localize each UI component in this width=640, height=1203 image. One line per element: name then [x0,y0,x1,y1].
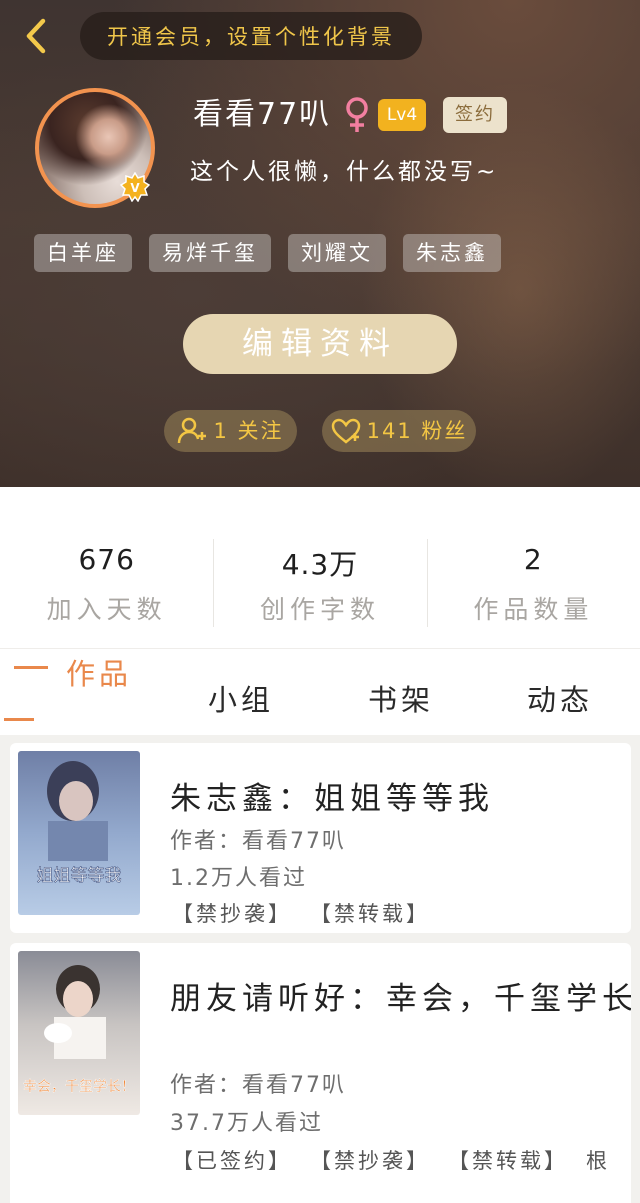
tab-groups[interactable]: 小组 [208,677,274,719]
work-tag: 【禁转载】 [310,902,430,926]
profile-tag[interactable]: 易烊千玺 [149,234,271,272]
work-title[interactable]: 朱志鑫：姐姐等等我 [170,773,494,818]
heart-icon [331,418,360,444]
cover-title: 姐姐等等我 [37,866,122,886]
bio: 这个人很懒，什么都没写~ [190,159,499,185]
edit-profile-button[interactable]: 编辑资料 [183,314,457,374]
stat-value: 2 [523,543,543,576]
active-tab-underline [4,718,34,721]
following-label: 1 关注 [213,419,284,443]
active-tab-indicator [14,666,48,669]
work-author: 作者：看看77叭 [170,829,346,854]
profile-tags: 白羊座 易烊千玺 刘耀文 朱志鑫 [34,234,501,272]
work-tag: 【禁转载】 [448,1149,568,1173]
work-card[interactable]: 姐姐等等我 朱志鑫：姐姐等等我 作者：看看77叭 1.2万人看过 【禁抄袭】 【… [10,743,631,933]
work-tags: 【已签约】 【禁抄袭】 【禁转载】 根 [172,1145,610,1175]
work-views: 1.2万人看过 [170,866,307,891]
stat-value: 4.3万 [281,548,359,581]
profile-tag[interactable]: 刘耀文 [288,234,386,272]
following-button[interactable]: 1 关注 [164,410,297,452]
stat-value: 676 [78,543,135,576]
work-tag: 根 [586,1149,610,1173]
signed-badge: 签约 [443,97,507,133]
work-card[interactable]: 幸会，千玺学长！ 朋友请听好：幸会，千玺学长 作者：看看77叭 37.7万人看过… [10,943,631,1203]
stat-label: 创作字数 [259,595,380,624]
profile-page: 开通会员，设置个性化背景 V 看看77叭 Lv4 签约 这个人很懒，什么都没写~… [0,0,640,1203]
tab-activity[interactable]: 动态 [527,677,593,719]
profile-tag[interactable]: 白羊座 [34,234,132,272]
work-views: 37.7万人看过 [170,1111,323,1136]
tab-bookshelf[interactable]: 书架 [368,677,434,719]
fans-label: 141 粉丝 [366,419,468,443]
stat-days-joined: 676 加入天数 [0,487,213,648]
back-button[interactable] [14,14,58,58]
profile-tag[interactable]: 朱志鑫 [403,234,501,272]
book-cover[interactable]: 姐姐等等我 [18,751,140,915]
username: 看看77叭 [193,97,332,132]
work-title[interactable]: 朋友请听好：幸会，千玺学长 [170,973,631,1018]
work-author: 作者：看看77叭 [170,1073,346,1098]
work-tag: 【已签约】 [172,1149,292,1173]
add-user-icon [178,417,207,444]
female-icon [346,97,368,132]
stats-bar: 676 加入天数 4.3万 创作字数 2 作品数量 [0,487,640,648]
content-tabs: 作品 小组 书架 动态 [0,648,640,735]
book-cover[interactable]: 幸会，千玺学长！ [18,951,140,1115]
stat-work-count: 2 作品数量 [426,487,640,648]
level-badge: Lv4 [378,99,426,131]
svg-text:V: V [130,181,140,195]
stat-label: 作品数量 [473,595,594,624]
work-tag: 【禁抄袭】 [172,902,292,926]
tab-works[interactable]: 作品 [66,651,132,693]
works-list: 姐姐等等我 朱志鑫：姐姐等等我 作者：看看77叭 1.2万人看过 【禁抄袭】 【… [0,735,640,1203]
v-badge-icon: V [120,172,150,202]
fans-button[interactable]: 141 粉丝 [322,410,476,452]
work-tag: 【禁抄袭】 [310,1149,430,1173]
stat-label: 加入天数 [46,595,167,624]
work-tags: 【禁抄袭】 【禁转载】 [172,898,430,928]
profile-header: 开通会员，设置个性化背景 V 看看77叭 Lv4 签约 这个人很懒，什么都没写~… [0,0,640,487]
cover-title: 幸会，千玺学长！ [23,1079,135,1095]
stat-word-count: 4.3万 创作字数 [213,487,426,648]
vip-banner[interactable]: 开通会员，设置个性化背景 [80,12,422,60]
chevron-left-icon [26,18,46,54]
